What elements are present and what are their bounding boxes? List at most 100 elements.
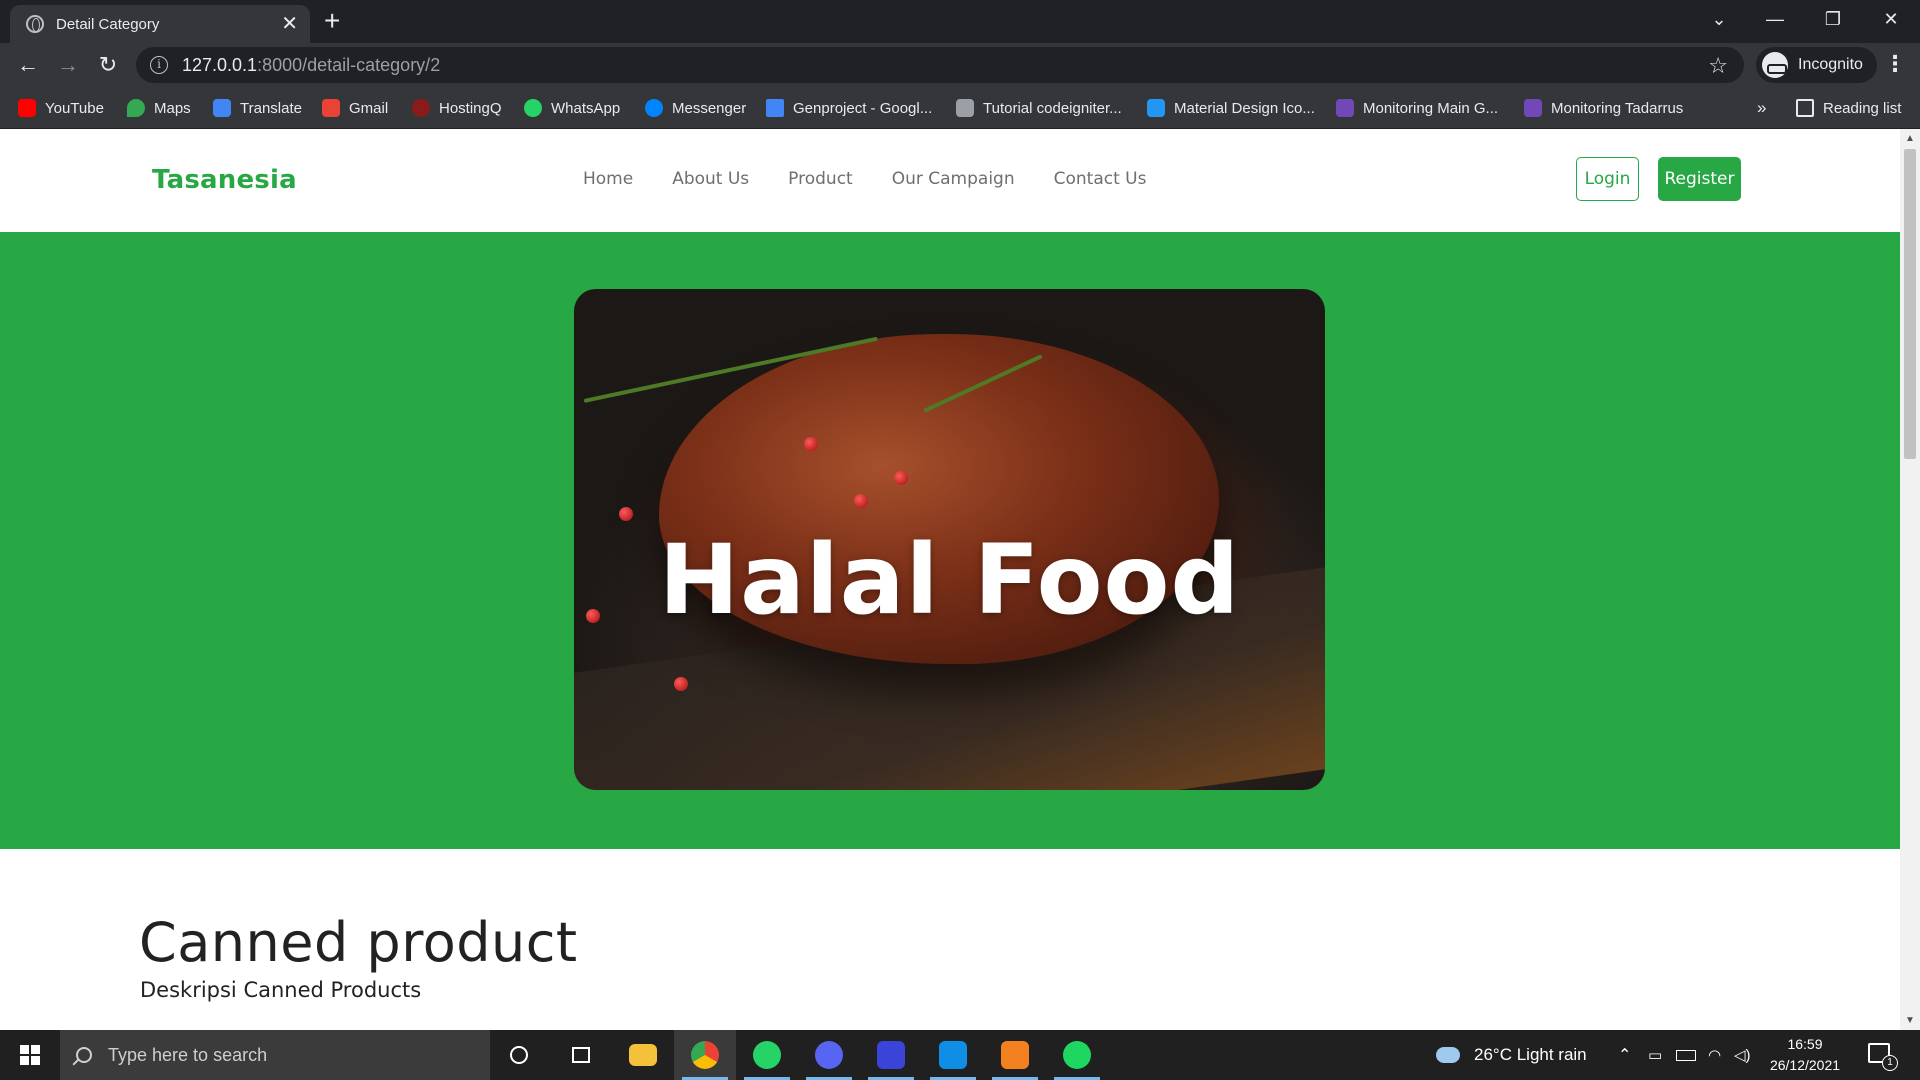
bookmark-label: Maps: [154, 99, 191, 117]
clock-date: 26/12/2021: [1769, 1057, 1841, 1073]
peppercorn: [619, 507, 633, 521]
scrollbar-thumb[interactable]: [1904, 149, 1916, 459]
maps-icon: [127, 99, 145, 117]
address-bar[interactable]: i 127.0.0.1:8000/detail-category/2 ☆: [136, 47, 1744, 83]
bookmark-label: Monitoring Main G...: [1363, 99, 1499, 117]
close-tab-icon[interactable]: ✕: [281, 14, 298, 34]
forward-icon[interactable]: →: [52, 49, 84, 81]
battery-icon[interactable]: [1676, 1030, 1696, 1080]
nav-home[interactable]: Home: [583, 169, 633, 189]
incognito-profile-button[interactable]: Incognito: [1756, 47, 1877, 83]
menu-kebab-icon[interactable]: ⋮: [1884, 51, 1906, 77]
hostingq-icon: [412, 99, 430, 117]
site-info-icon[interactable]: i: [150, 56, 168, 74]
minimize-icon[interactable]: —: [1748, 0, 1802, 38]
youtube-icon: [18, 99, 36, 117]
taskbar-search[interactable]: Type here to search: [60, 1030, 490, 1080]
bookmark-label: Messenger: [672, 99, 747, 117]
peppercorn: [804, 437, 818, 451]
bookmarks-overflow-button[interactable]: »: [1757, 96, 1766, 120]
page-scrollbar[interactable]: ▲ ▼: [1900, 129, 1920, 1030]
new-tab-icon[interactable]: +: [324, 7, 340, 35]
meet-now-icon[interactable]: ▭: [1648, 1030, 1662, 1080]
bookmark-monitoring-tadarrus[interactable]: Monitoring Tadarrus: [1524, 96, 1683, 120]
wifi-icon[interactable]: ◠: [1708, 1030, 1721, 1080]
nav-our-campaign[interactable]: Our Campaign: [892, 169, 1015, 189]
codeigniter-icon: [956, 99, 974, 117]
nav-contact-us[interactable]: Contact Us: [1054, 169, 1147, 189]
bookmarks-bar: YouTube Maps Translate Gmail HostingQ Wh…: [0, 87, 1920, 129]
bookmark-label: Monitoring Tadarrus: [1551, 99, 1684, 117]
hero-title: Halal Food: [658, 524, 1241, 636]
back-icon[interactable]: ←: [12, 49, 44, 81]
cloud-rain-icon: [1436, 1047, 1460, 1063]
peppercorn: [854, 494, 868, 508]
nav-product[interactable]: Product: [788, 169, 853, 189]
globe-icon: [26, 15, 44, 33]
nav-about-us[interactable]: About Us: [672, 169, 749, 189]
web-page: Tasanesia Home About Us Product Our Camp…: [0, 129, 1900, 1030]
bookmark-hostingq[interactable]: HostingQ: [412, 96, 502, 120]
gmail-icon: [322, 99, 340, 117]
whatsapp-desktop-icon[interactable]: [736, 1030, 798, 1080]
hero-section: Halal Food: [0, 232, 1900, 849]
tab-title: Detail Category: [56, 15, 160, 33]
bookmark-whatsapp[interactable]: WhatsApp: [524, 96, 620, 120]
weather-text: 26°C Light rain: [1474, 1045, 1587, 1064]
site-brand[interactable]: Tasanesia: [152, 165, 297, 195]
bookmark-label: Genproject - Googl...: [793, 99, 933, 117]
peppercorn: [674, 677, 688, 691]
reload-icon[interactable]: ↻: [92, 49, 124, 81]
bookmark-star-icon[interactable]: ☆: [1708, 53, 1728, 79]
weather-widget[interactable]: 26°C Light rain: [1436, 1030, 1587, 1080]
peppercorn: [894, 471, 908, 485]
spotify-icon[interactable]: [1046, 1030, 1108, 1080]
bookmark-label: YouTube: [45, 99, 104, 117]
chrome-icon[interactable]: [674, 1030, 736, 1080]
login-button[interactable]: Login: [1576, 157, 1639, 201]
windows-taskbar: Type here to search 26°C Light rain ⌃ ▭ …: [0, 1030, 1920, 1080]
task-view-icon[interactable]: [550, 1030, 612, 1080]
bookmark-maps[interactable]: Maps: [127, 96, 191, 120]
notification-center-icon[interactable]: 1: [1868, 1043, 1898, 1071]
volume-icon[interactable]: ◁): [1734, 1030, 1751, 1080]
bookmark-label: Tutorial codeigniter...: [983, 99, 1122, 117]
vscode-icon[interactable]: [922, 1030, 984, 1080]
bookmark-material-design[interactable]: Material Design Ico...: [1147, 96, 1315, 120]
close-window-icon[interactable]: ✕: [1864, 0, 1918, 38]
cortana-icon[interactable]: [488, 1030, 550, 1080]
system-clock[interactable]: 16:59 26/12/2021: [1762, 1034, 1848, 1076]
whatsapp-icon: [524, 99, 542, 117]
notification-count: 1: [1882, 1055, 1898, 1071]
bookmark-codeigniter[interactable]: Tutorial codeigniter...: [956, 96, 1122, 120]
windows-logo-icon: [20, 1045, 40, 1065]
bookmark-label: WhatsApp: [551, 99, 621, 117]
bookmark-genproject[interactable]: Genproject - Googl...: [766, 96, 932, 120]
scroll-down-icon[interactable]: ▼: [1905, 1015, 1915, 1026]
url-host: 127.0.0.1: [182, 54, 258, 75]
bookmark-youtube[interactable]: YouTube: [18, 96, 104, 120]
start-button[interactable]: [0, 1030, 60, 1080]
bookmark-translate[interactable]: Translate: [213, 96, 302, 120]
file-explorer-icon[interactable]: [612, 1030, 674, 1080]
forms-icon: [1336, 99, 1354, 117]
reading-list-button[interactable]: Reading list: [1796, 96, 1901, 120]
browser-tab[interactable]: Detail Category ✕: [10, 5, 310, 43]
material-design-icon: [1147, 99, 1165, 117]
site-navbar: Tasanesia Home About Us Product Our Camp…: [0, 129, 1900, 232]
bookmark-monitoring-main[interactable]: Monitoring Main G...: [1336, 96, 1498, 120]
xampp-icon[interactable]: [984, 1030, 1046, 1080]
pycharm-icon[interactable]: [860, 1030, 922, 1080]
bookmark-gmail[interactable]: Gmail: [322, 96, 388, 120]
scroll-up-icon[interactable]: ▲: [1905, 133, 1915, 144]
bookmark-messenger[interactable]: Messenger: [645, 96, 746, 120]
bookmark-label: HostingQ: [439, 99, 502, 117]
restore-icon[interactable]: ❐: [1806, 0, 1860, 38]
discord-icon[interactable]: [798, 1030, 860, 1080]
tray-overflow-icon[interactable]: ⌃: [1618, 1030, 1631, 1080]
browser-tabstrip: Detail Category ✕ + ⌄ — ❐ ✕: [0, 0, 1920, 43]
browser-toolbar: ← → ↻ i 127.0.0.1:8000/detail-category/2…: [0, 43, 1920, 87]
register-button[interactable]: Register: [1658, 157, 1741, 201]
tab-search-icon[interactable]: ⌄: [1692, 0, 1746, 38]
translate-icon: [213, 99, 231, 117]
